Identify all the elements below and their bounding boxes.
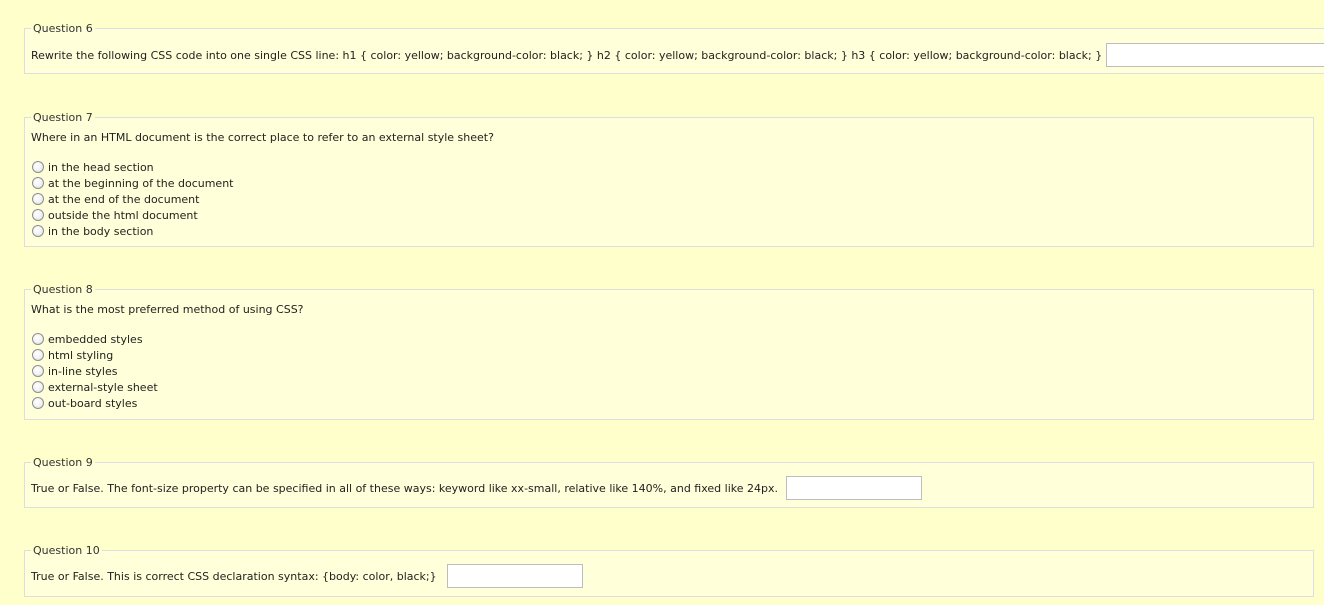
radio-button[interactable]	[32, 177, 44, 189]
radio-button[interactable]	[32, 397, 44, 409]
option-label: at the beginning of the document	[48, 176, 234, 190]
question-7-text: Where in an HTML document is the correct…	[31, 131, 494, 144]
option-label: external-style sheet	[48, 380, 158, 394]
question-9-row: True or False. The font-size property ca…	[31, 476, 1307, 500]
question-9-fieldset: Question 9 True or False. The font-size …	[24, 456, 1314, 508]
option-label: in the body section	[48, 224, 154, 238]
question-10-answer-input[interactable]	[446, 564, 583, 588]
question-7-option-1[interactable]: in the head section	[31, 159, 1307, 175]
question-8-option-1[interactable]: embedded styles	[31, 331, 1307, 347]
option-label: in-line styles	[48, 364, 118, 378]
question-6-answer-input[interactable]	[1106, 43, 1324, 67]
question-10-legend: Question 10	[33, 544, 100, 557]
question-10-fieldset: Question 10 True or False. This is corre…	[24, 544, 1314, 597]
option-label: outside the html document	[48, 208, 198, 222]
question-6-legend: Question 6	[33, 22, 93, 35]
question-8-fieldset: Question 8 What is the most preferred me…	[24, 283, 1314, 420]
question-6-row: Rewrite the following CSS code into one …	[31, 43, 1324, 67]
radio-button[interactable]	[32, 349, 44, 361]
question-7-options: in the head section at the beginning of …	[31, 159, 1307, 239]
radio-button[interactable]	[32, 333, 44, 345]
question-7-option-4[interactable]: outside the html document	[31, 207, 1307, 223]
question-7-option-5[interactable]: in the body section	[31, 223, 1307, 239]
question-7-option-2[interactable]: at the beginning of the document	[31, 175, 1307, 191]
question-8-text: What is the most preferred method of usi…	[31, 303, 304, 316]
question-9-answer-input[interactable]	[786, 476, 922, 500]
question-9-legend: Question 9	[33, 456, 93, 469]
radio-button[interactable]	[32, 365, 44, 377]
question-6-fieldset: Question 6 Rewrite the following CSS cod…	[24, 22, 1324, 74]
question-10-text: True or False. This is correct CSS decla…	[31, 569, 437, 583]
option-label: at the end of the document	[48, 192, 200, 206]
question-7-option-3[interactable]: at the end of the document	[31, 191, 1307, 207]
question-8-options: embedded styles html styling in-line sty…	[31, 331, 1307, 411]
question-7-legend: Question 7	[33, 111, 93, 124]
question-7-fieldset: Question 7 Where in an HTML document is …	[24, 111, 1314, 247]
question-6-text: Rewrite the following CSS code into one …	[31, 48, 1103, 62]
option-label: html styling	[48, 348, 114, 362]
option-label: in the head section	[48, 160, 154, 174]
question-8-option-4[interactable]: external-style sheet	[31, 379, 1307, 395]
radio-button[interactable]	[32, 193, 44, 205]
option-label: embedded styles	[48, 332, 143, 346]
radio-button[interactable]	[32, 381, 44, 393]
question-8-legend: Question 8	[33, 283, 93, 296]
radio-button[interactable]	[32, 161, 44, 173]
question-9-text: True or False. The font-size property ca…	[31, 481, 778, 495]
radio-button[interactable]	[32, 225, 44, 237]
question-8-option-3[interactable]: in-line styles	[31, 363, 1307, 379]
question-8-option-5[interactable]: out-board styles	[31, 395, 1307, 411]
question-8-option-2[interactable]: html styling	[31, 347, 1307, 363]
question-10-row: True or False. This is correct CSS decla…	[31, 564, 1307, 588]
option-label: out-board styles	[48, 396, 138, 410]
radio-button[interactable]	[32, 209, 44, 221]
